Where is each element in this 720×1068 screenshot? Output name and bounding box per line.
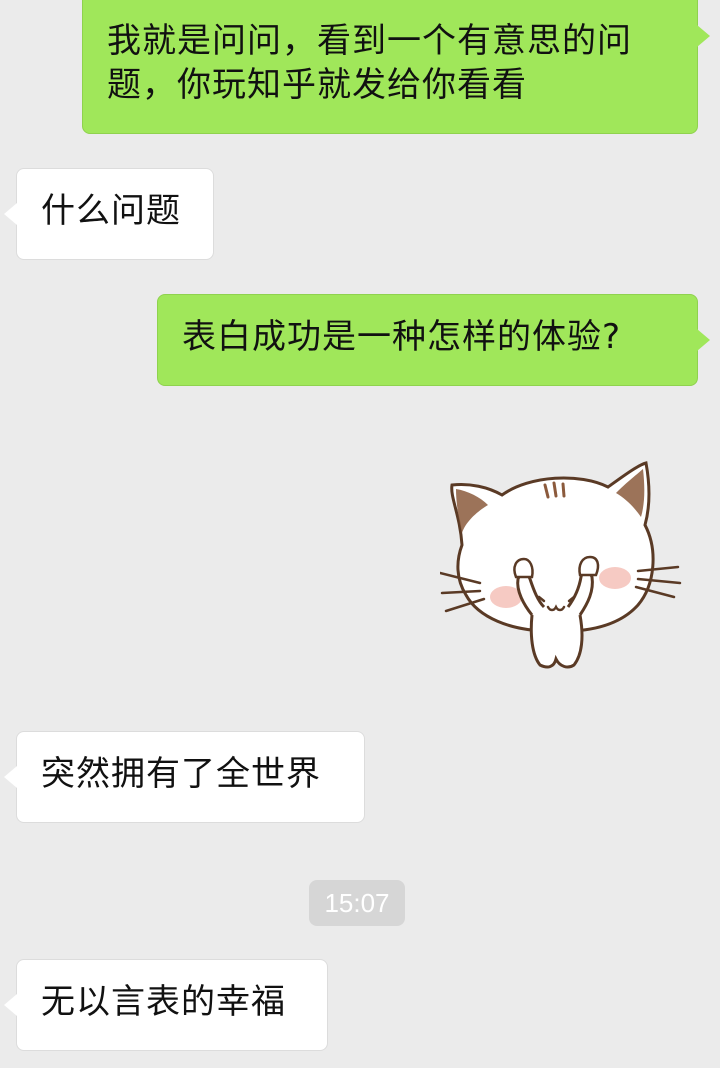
message-bubble-outgoing[interactable]: 表白成功是一种怎样的体验?	[157, 294, 710, 386]
message-bubble-outgoing[interactable]: 我就是问问，看到一个有意思的问题，你玩知乎就发给你看看	[82, 0, 710, 134]
message-text: 什么问题	[41, 191, 181, 231]
message-text: 无以言表的幸福	[41, 982, 286, 1022]
timestamp-text: 15:07	[324, 888, 390, 918]
message-bubble-incoming[interactable]: 突然拥有了全世界	[4, 731, 365, 823]
white-cat-sticker[interactable]	[440, 455, 690, 675]
message-text: 突然拥有了全世界	[41, 754, 321, 794]
message-text: 我就是问问，看到一个有意思的问题，你玩知乎就发给你看看	[107, 21, 632, 105]
message-bubble-incoming[interactable]: 什么问题	[4, 168, 214, 260]
message-text: 表白成功是一种怎样的体验?	[182, 317, 622, 357]
message-bubble-incoming[interactable]: 无以言表的幸福	[4, 959, 328, 1051]
timestamp-badge: 15:07	[309, 880, 405, 926]
